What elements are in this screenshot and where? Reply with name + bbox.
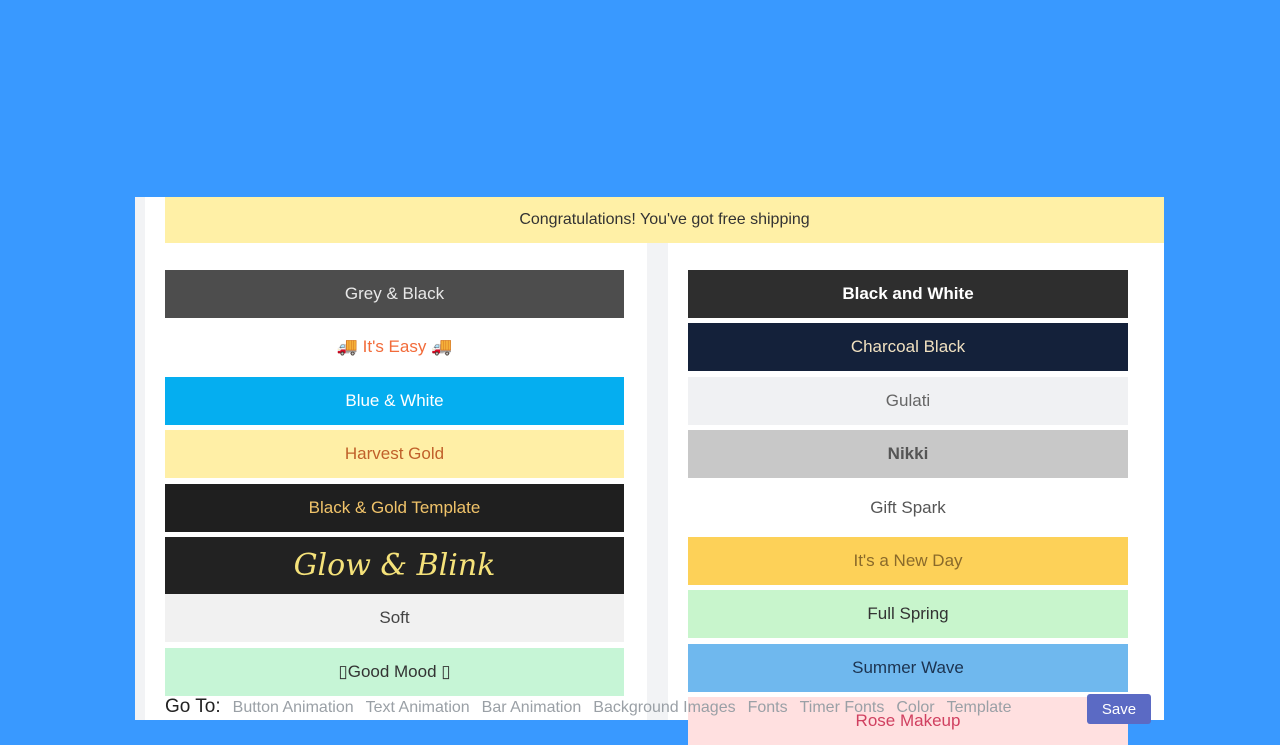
goto-nav: Go To: Button Animation Text Animation B… — [165, 696, 1012, 718]
template-option[interactable]: Gulati — [688, 376, 1128, 425]
template-label: Blue & White — [345, 390, 444, 410]
template-option[interactable]: Blue & White — [165, 376, 624, 425]
goto-label: Go To: — [165, 696, 221, 717]
nav-link-background-images[interactable]: Background Images — [593, 699, 735, 717]
nav-link-template[interactable]: Template — [947, 699, 1012, 717]
template-label: It's a New Day — [853, 551, 963, 570]
template-label: ▯Good Mood ▯ — [338, 661, 451, 681]
template-label: Full Spring — [867, 604, 949, 624]
template-option[interactable]: Glow & Blink — [165, 537, 624, 594]
template-label: Gift Spark — [870, 497, 946, 517]
template-option[interactable]: Nikki — [688, 430, 1128, 479]
template-label: Soft — [379, 608, 410, 628]
template-label: Nikki — [887, 444, 929, 464]
nav-link-button-animation[interactable]: Button Animation — [233, 699, 354, 717]
template-option[interactable]: ▯Good Mood ▯ — [165, 647, 624, 696]
template-option[interactable]: Full Spring — [688, 590, 1128, 639]
template-label: Grey & Black — [344, 284, 445, 303]
template-option[interactable]: Grey & Black — [165, 270, 624, 318]
template-label: Gulati — [885, 390, 931, 410]
nav-link-text-animation[interactable]: Text Animation — [366, 699, 470, 717]
template-label: Black & Gold Template — [308, 497, 481, 517]
template-label: Charcoal Black — [850, 337, 966, 357]
template-option[interactable]: Gift Spark — [688, 483, 1128, 532]
template-option[interactable]: Soft — [165, 594, 624, 643]
template-label: Glow & Blink — [293, 548, 496, 583]
nav-link-fonts[interactable]: Fonts — [748, 699, 788, 717]
template-option[interactable]: Harvest Gold — [165, 430, 624, 479]
template-label: 🚚 It's Easy 🚚 — [336, 337, 453, 357]
template-option[interactable]: Charcoal Black — [688, 323, 1128, 372]
template-option[interactable]: Black & Gold Template — [165, 483, 624, 532]
template-option[interactable]: Black and White — [688, 270, 1128, 318]
template-option[interactable]: Summer Wave — [688, 643, 1128, 692]
template-label: Harvest Gold — [344, 444, 445, 464]
nav-link-color[interactable]: Color — [896, 699, 934, 717]
template-option[interactable]: It's a New Day — [688, 537, 1128, 585]
template-label: Black and White — [842, 284, 974, 303]
template-option[interactable]: 🚚 It's Easy 🚚 — [165, 323, 624, 372]
nav-link-bar-animation[interactable]: Bar Animation — [482, 699, 582, 717]
free-shipping-bar-preview: Congratulations! You've got free shippin… — [165, 197, 1164, 243]
nav-link-timer-fonts[interactable]: Timer Fonts — [800, 699, 885, 717]
template-label: Summer Wave — [852, 657, 964, 677]
